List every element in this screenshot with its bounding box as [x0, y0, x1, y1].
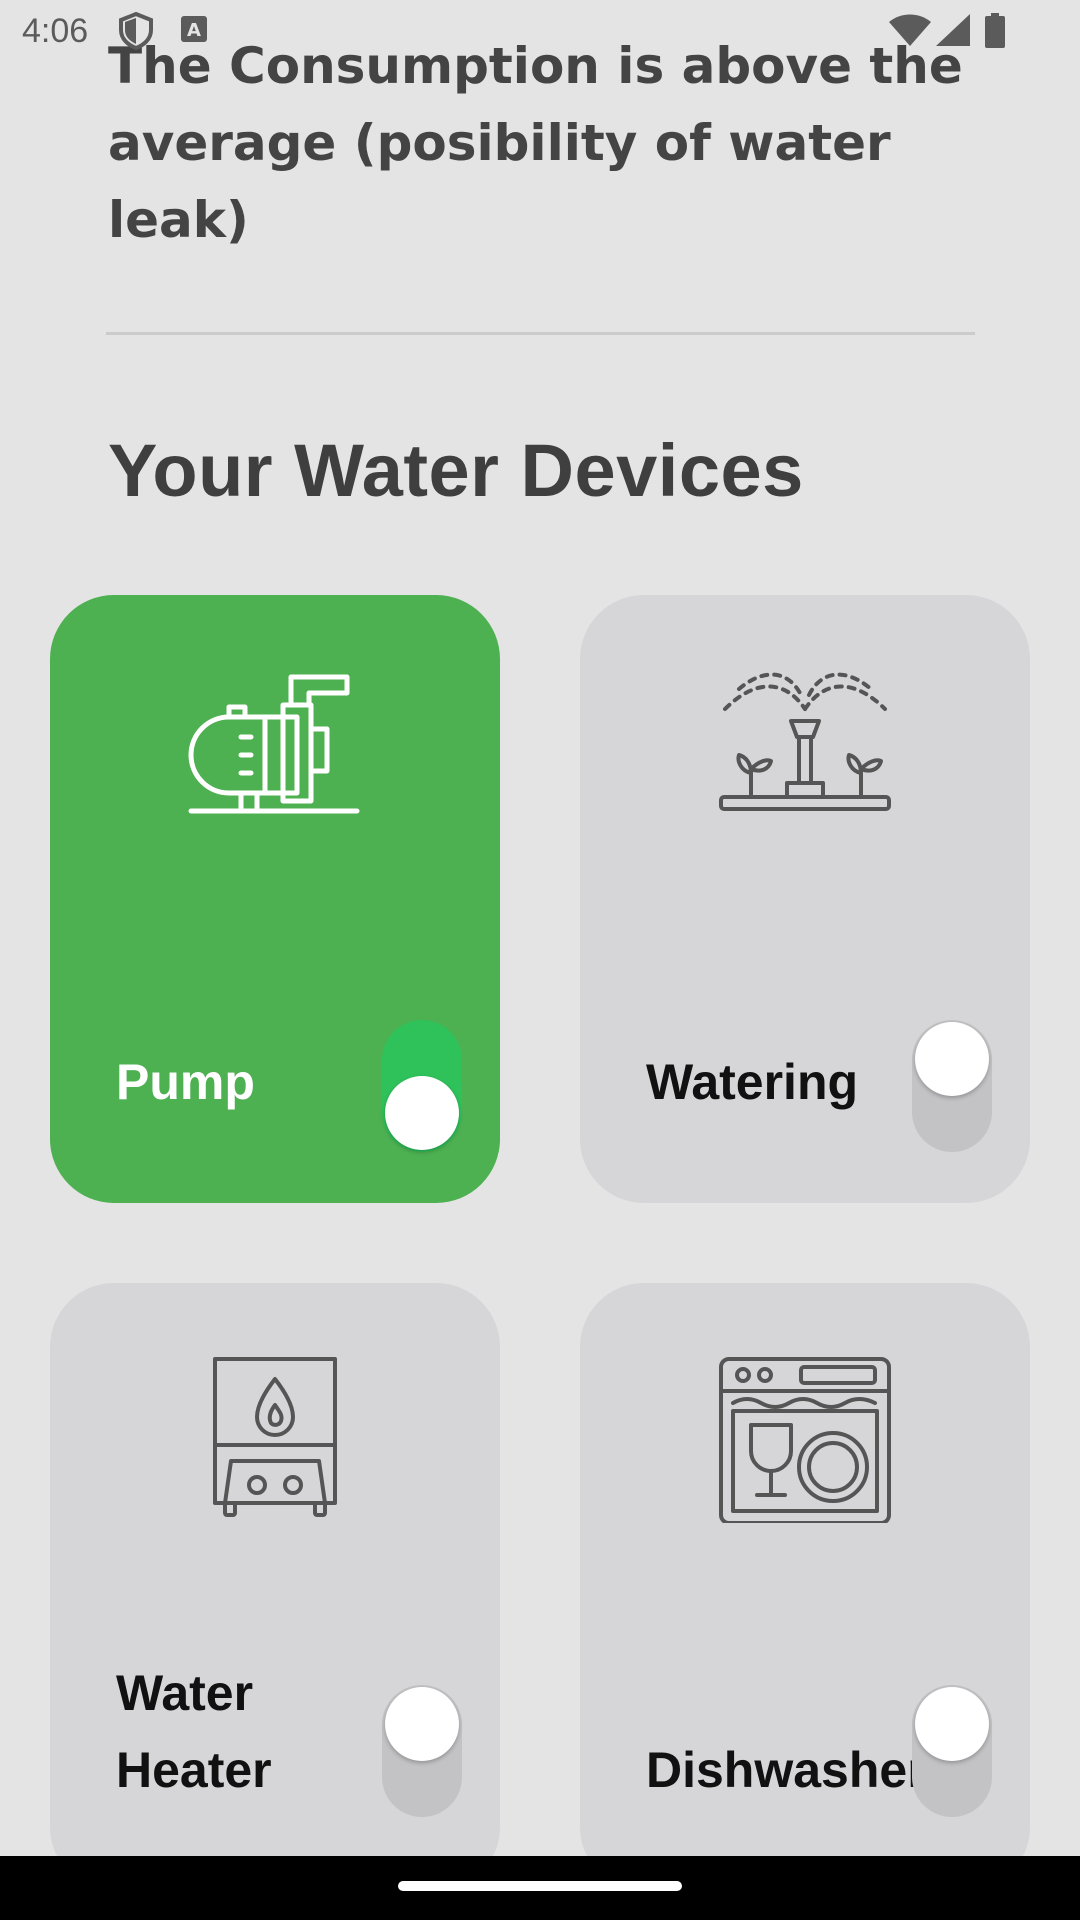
keyboard-a-icon: A [180, 12, 208, 51]
device-label-pump: Pump [116, 1054, 255, 1110]
dishwasher-icon [715, 1353, 895, 1525]
toggle-watering[interactable] [912, 1020, 992, 1152]
toggle-knob [915, 1687, 989, 1761]
section-title: Your Water Devices [108, 429, 804, 512]
device-label-watering: Watering [646, 1054, 859, 1110]
signal-icon [934, 12, 972, 53]
water-heater-icon [185, 1353, 365, 1517]
toggle-knob [915, 1022, 989, 1096]
device-label-dishwasher: Dishwasher [646, 1742, 927, 1798]
device-card-dishwasher[interactable]: Dishwasher [580, 1283, 1030, 1891]
toggle-knob [385, 1687, 459, 1761]
toggle-knob [385, 1076, 459, 1150]
pump-icon [185, 665, 365, 815]
device-card-watering[interactable]: Watering [580, 595, 1030, 1203]
device-card-pump[interactable]: Pump [50, 595, 500, 1203]
toggle-pump[interactable] [382, 1020, 462, 1152]
wifi-icon [888, 12, 932, 53]
toggle-dishwasher[interactable] [912, 1685, 992, 1817]
consumption-alert-text: The Consumption is above the average (po… [108, 37, 963, 249]
navigation-bar [0, 1856, 1080, 1920]
battery-icon [984, 12, 1006, 55]
shield-icon [118, 11, 154, 55]
svg-text:A: A [187, 20, 201, 41]
toggle-water-heater[interactable] [382, 1685, 462, 1817]
device-card-water-heater[interactable]: Water Heater [50, 1283, 500, 1891]
sprinkler-icon [715, 665, 895, 815]
home-gesture-handle[interactable] [398, 1881, 682, 1891]
divider [106, 332, 975, 335]
status-bar: 4:06 A [0, 0, 1080, 62]
device-label-water-heater: Water Heater [116, 1665, 272, 1798]
status-time: 4:06 [22, 12, 89, 50]
